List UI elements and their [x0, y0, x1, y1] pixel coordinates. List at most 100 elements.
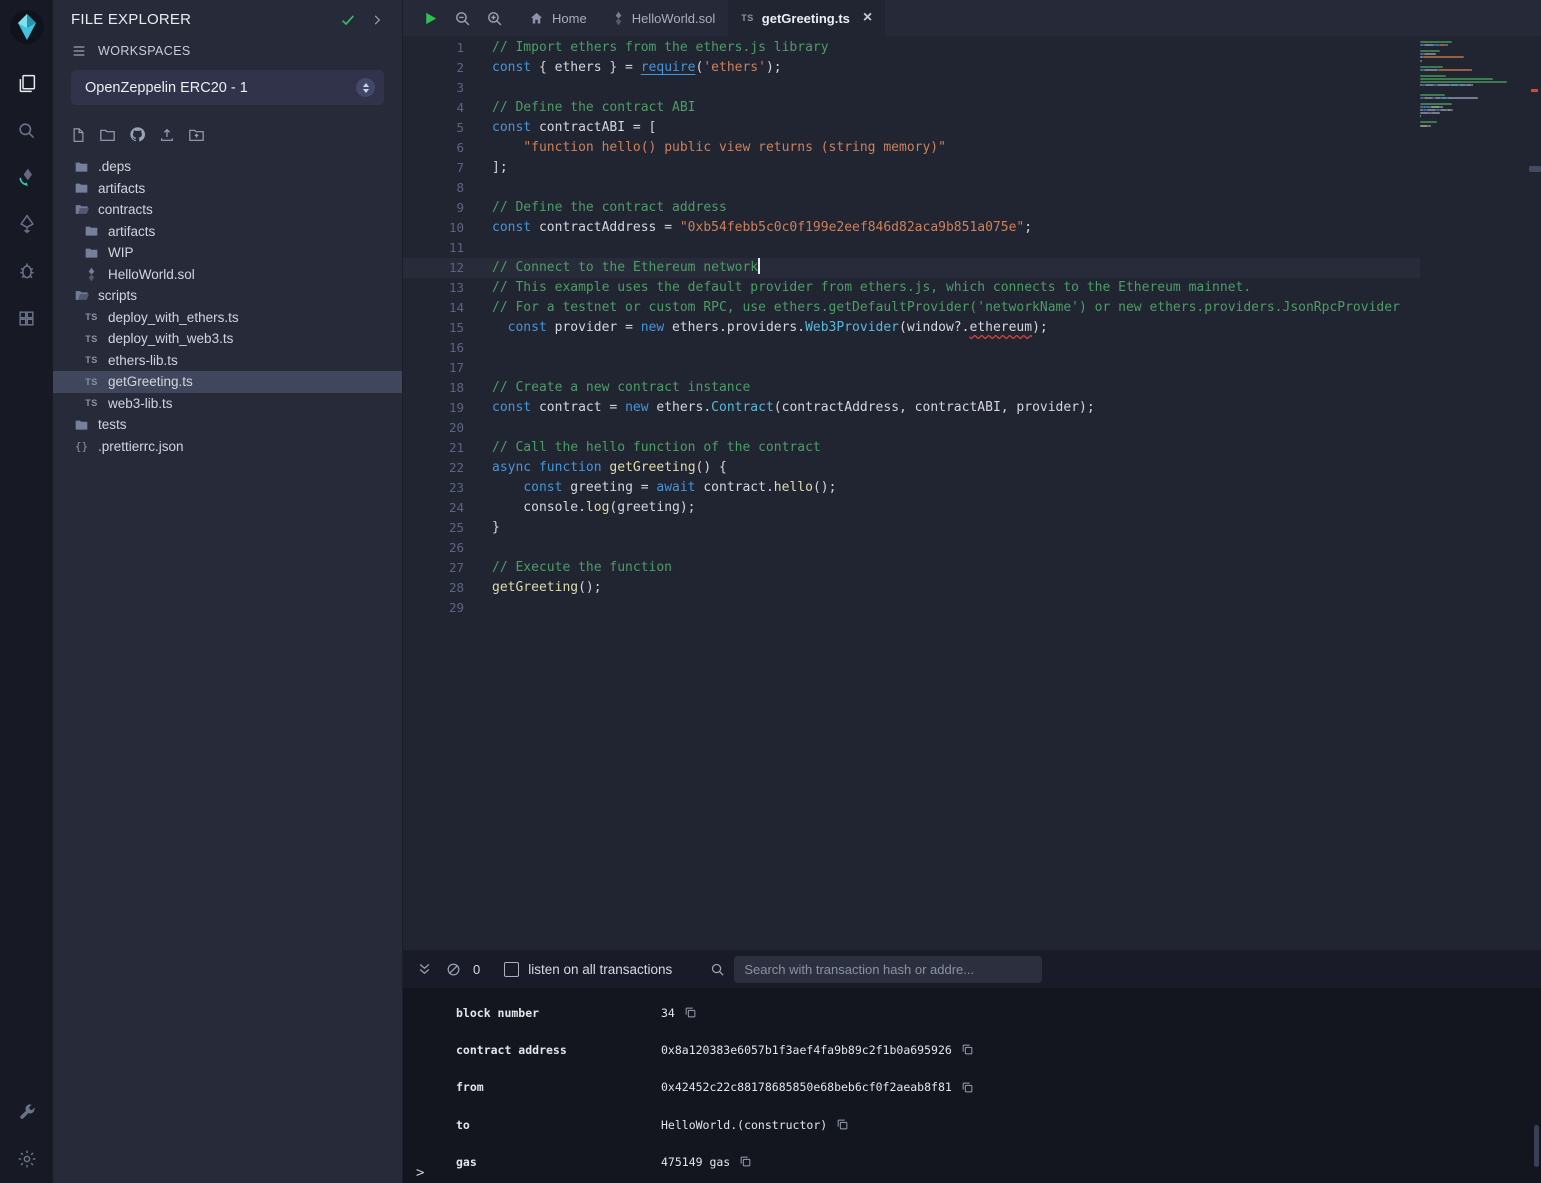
search-icon[interactable] — [15, 118, 39, 142]
run-script-button[interactable] — [422, 10, 439, 27]
tab-getGreeting.ts[interactable]: TSgetGreeting.ts× — [728, 0, 885, 36]
debugger-icon[interactable] — [15, 259, 39, 283]
code-line: 1// Import ethers from the ethers.js lib… — [403, 38, 1420, 58]
plugin-manager-icon[interactable] — [15, 1101, 39, 1125]
line-number: 13 — [403, 278, 464, 298]
copy-icon[interactable] — [684, 1006, 697, 1019]
copy-icon[interactable] — [836, 1118, 849, 1131]
deploy-and-run-icon[interactable] — [15, 212, 39, 236]
line-number: 18 — [403, 378, 464, 398]
upload-folder-icon[interactable] — [188, 127, 205, 143]
minimap-line — [1420, 100, 1528, 102]
folder-open-icon — [73, 202, 90, 217]
collapse-terminal-icon[interactable] — [417, 962, 432, 977]
transaction-detail-row: from0x42452c22c88178685850e68beb6cf0f2ae… — [456, 1069, 1541, 1106]
tree-item-deploy_with_web3.ts[interactable]: TSdeploy_with_web3.ts — [53, 328, 402, 350]
code-line: 2const { ethers } = require('ethers'); — [403, 58, 1420, 78]
tree-item-getGreeting.ts[interactable]: TSgetGreeting.ts — [53, 371, 402, 393]
clone-git-repository-icon[interactable] — [129, 126, 146, 143]
solidity-compiler-icon[interactable] — [15, 165, 39, 189]
line-number: 11 — [403, 238, 464, 258]
file-tree: .depsartifactscontractsartifactsWIPHello… — [53, 154, 402, 1183]
remix-logo-icon[interactable] — [8, 8, 46, 46]
minimap-line — [1420, 106, 1528, 108]
line-number: 14 — [403, 298, 464, 318]
minimap-line — [1420, 75, 1528, 77]
tree-item-ethers-lib.ts[interactable]: TSethers-lib.ts — [53, 350, 402, 372]
tree-item-WIP[interactable]: WIP — [53, 242, 402, 264]
tree-item-contracts[interactable]: contracts — [53, 199, 402, 221]
ts-icon: TS — [741, 13, 754, 23]
settings-gear-icon[interactable] — [15, 1147, 39, 1171]
tab-Home[interactable]: Home — [516, 0, 600, 36]
copy-icon[interactable] — [961, 1081, 974, 1094]
tree-item-HelloWorld.sol[interactable]: HelloWorld.sol — [53, 264, 402, 286]
solidity-icon — [83, 267, 100, 282]
tx-detail-label: block number — [456, 1006, 661, 1020]
file-actions-toolbar — [53, 105, 402, 154]
editor-scrollbar[interactable] — [1532, 36, 1541, 950]
tree-item-.deps[interactable]: .deps — [53, 156, 402, 178]
code-line: 12// Connect to the Ethereum network — [403, 258, 1420, 278]
hamburger-menu-icon[interactable] — [71, 43, 87, 59]
tx-detail-value: 475149 gas — [661, 1155, 730, 1169]
listen-transactions-checkbox[interactable] — [504, 962, 519, 977]
workspaces-label: WORKSPACES — [98, 44, 191, 58]
terminal-scrollbar[interactable] — [1534, 1125, 1539, 1167]
file-explorer-icon[interactable] — [15, 71, 39, 95]
file-name: .deps — [98, 159, 131, 174]
tree-item-scripts[interactable]: scripts — [53, 285, 402, 307]
code-line: 14// For a testnet or custom RPC, use et… — [403, 298, 1420, 318]
minimap-line — [1420, 78, 1528, 80]
tree-item-web3-lib.ts[interactable]: TSweb3-lib.ts — [53, 393, 402, 415]
plugins-icon[interactable] — [15, 306, 39, 330]
code-content[interactable]: 1// Import ethers from the ethers.js lib… — [403, 38, 1420, 950]
line-number: 5 — [403, 118, 464, 138]
tree-item-tests[interactable]: tests — [53, 414, 402, 436]
minimap-line — [1420, 112, 1528, 114]
home-icon — [529, 11, 544, 26]
zoom-in-icon[interactable] — [486, 10, 503, 27]
tx-detail-value: 0x8a120383e6057b1f3aef4fa9b89c2f1b0a6959… — [661, 1043, 952, 1057]
line-number: 24 — [403, 498, 464, 518]
workspace-selector[interactable]: OpenZeppelin ERC20 - 1 — [71, 70, 384, 105]
minimap-line — [1420, 41, 1528, 43]
copy-icon[interactable] — [961, 1043, 974, 1056]
terminal-scrollbar-thumb[interactable] — [1534, 1125, 1539, 1167]
close-tab-icon[interactable]: × — [863, 10, 872, 26]
activity-bar-top — [8, 8, 46, 330]
workspace-stepper-icon[interactable] — [356, 78, 375, 97]
clear-console-icon[interactable] — [446, 962, 461, 977]
code-line: 10const contractAddress = "0xb54febb5c0c… — [403, 218, 1420, 238]
create-new-folder-icon[interactable] — [99, 127, 116, 143]
tree-item-artifacts[interactable]: artifacts — [53, 221, 402, 243]
search-icon[interactable] — [710, 962, 725, 977]
file-name: ethers-lib.ts — [108, 353, 178, 368]
code-line: 21// Call the hello function of the cont… — [403, 438, 1420, 458]
console-prompt[interactable]: > — [416, 1165, 424, 1181]
transaction-count: 0 — [473, 962, 480, 977]
copy-icon[interactable] — [739, 1155, 752, 1168]
editor-scrollbar-thumb[interactable] — [1529, 166, 1541, 172]
code-line: 13// This example uses the default provi… — [403, 278, 1420, 298]
code-line: 29 — [403, 598, 1420, 618]
tree-item-deploy_with_ethers.ts[interactable]: TSdeploy_with_ethers.ts — [53, 307, 402, 329]
file-name: .prettierrc.json — [98, 439, 184, 454]
line-number: 16 — [403, 338, 464, 358]
line-number: 3 — [403, 78, 464, 98]
check-icon[interactable] — [340, 12, 356, 28]
chevron-right-icon[interactable] — [370, 13, 384, 27]
upload-file-icon[interactable] — [159, 127, 175, 143]
transaction-detail-row: contract address0x8a120383e6057b1f3aef4f… — [456, 1031, 1541, 1068]
code-editor[interactable]: 1// Import ethers from the ethers.js lib… — [403, 36, 1541, 950]
minimap[interactable] — [1420, 41, 1532, 950]
zoom-out-icon[interactable] — [454, 10, 471, 27]
create-new-file-icon[interactable] — [71, 127, 86, 143]
tree-item-.prettierrc.json[interactable]: {}.prettierrc.json — [53, 436, 402, 458]
transaction-search-input[interactable] — [734, 956, 1042, 983]
tab-HelloWorld.sol[interactable]: HelloWorld.sol — [600, 0, 729, 36]
tree-item-artifacts[interactable]: artifacts — [53, 178, 402, 200]
file-name: contracts — [98, 202, 153, 217]
solidity-icon — [613, 11, 624, 26]
file-name: deploy_with_web3.ts — [108, 331, 233, 346]
